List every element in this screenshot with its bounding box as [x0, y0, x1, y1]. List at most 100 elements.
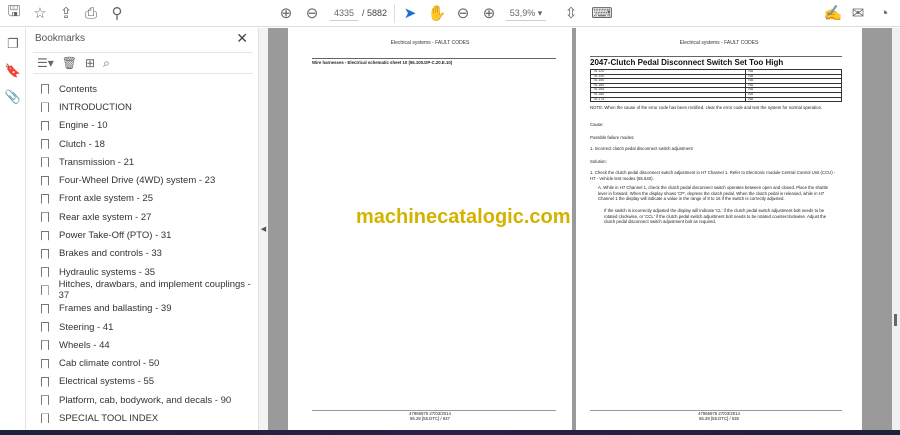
footer-page: 55.28 [55.DTC] / 638: [699, 416, 739, 421]
bookmark-item[interactable]: Hitches, drawbars, and implement couplin…: [41, 279, 251, 302]
bookmark-item[interactable]: Clutch - 18: [41, 135, 251, 153]
bookmark-label: Contents: [59, 83, 98, 95]
bookmark-item[interactable]: Transmission - 21: [41, 153, 251, 171]
divider: [312, 58, 556, 59]
bookmark-icon: [41, 230, 49, 241]
bookmark-item[interactable]: Steering - 41: [41, 318, 251, 336]
bookmark-label: SPECIAL TOOL INDEX: [59, 412, 159, 424]
bookmark-label: Transmission - 21: [59, 156, 135, 168]
add-bookmark-icon[interactable]: ⊞: [85, 56, 95, 70]
collapse-panel-handle[interactable]: ◀: [258, 28, 268, 430]
bookmark-item[interactable]: Brakes and controls - 33: [41, 245, 251, 263]
chevron-down-icon: ▾: [537, 8, 543, 18]
solution-substep-detail: If the switch is incorrectly adjusted th…: [604, 208, 827, 225]
bookmark-label: Hydraulic systems - 35: [59, 266, 156, 278]
bookmark-icon: [41, 102, 49, 113]
bookmark-icon: [41, 395, 49, 406]
bookmark-label: Four-Wheel Drive (4WD) system - 23: [59, 175, 216, 187]
bookmark-item[interactable]: Cab climate control - 50: [41, 354, 251, 372]
bookmark-icon: [41, 303, 49, 314]
pages-thumbnail-icon[interactable]: ❐: [4, 36, 22, 54]
prev-page-icon[interactable]: ⊕: [275, 3, 297, 23]
failure-modes-label: Possible failure modes:: [590, 135, 635, 140]
bookmark-item[interactable]: Rear axle system - 27: [41, 208, 251, 226]
table-cell: NA: [745, 96, 842, 103]
bookmark-icon: [41, 322, 49, 332]
bookmark-icon: [41, 175, 49, 186]
bookmark-item[interactable]: Platform, cab, bodywork, and decals - 90: [41, 391, 251, 409]
star-icon[interactable]: ☆: [29, 3, 51, 23]
zoom-out-icon[interactable]: ⊖: [452, 3, 474, 23]
sign-icon[interactable]: ✍: [822, 3, 844, 23]
page-number-input[interactable]: 4335: [330, 5, 358, 21]
bookmark-item[interactable]: Frames and ballasting - 39: [41, 300, 251, 318]
table-cell: T6.175: [589, 96, 747, 103]
zoom-level-select[interactable]: 53,9% ▾: [506, 5, 546, 21]
vertical-scrollbar[interactable]: [892, 28, 900, 430]
pdf-page-left: Electrical systems - FAULT CODES Wire ha…: [288, 28, 572, 430]
page-header: Electrical systems - FAULT CODES: [679, 40, 759, 46]
bookmark-icon: [41, 84, 49, 95]
bookmark-label: Front axle system - 25: [59, 193, 153, 205]
bookmark-item[interactable]: Contents: [41, 80, 251, 98]
bookmark-item[interactable]: Four-Wheel Drive (4WD) system - 23: [41, 171, 251, 189]
note: NOTE: When the cause of the error code h…: [590, 105, 823, 110]
bookmark-icon: [41, 120, 49, 131]
bookmark-label: Brakes and controls - 33: [59, 248, 162, 260]
bookmark-item[interactable]: Electrical systems - 55: [41, 373, 251, 391]
bookmark-item[interactable]: Engine - 10: [41, 117, 251, 135]
bookmark-label: Engine - 10: [59, 120, 108, 132]
bookmark-item[interactable]: Wheels - 44: [41, 336, 251, 354]
print-icon[interactable]: ⎙: [80, 3, 102, 23]
bookmark-label: Electrical systems - 55: [59, 376, 155, 388]
bookmark-label: Power Take-Off (PTO) - 31: [59, 230, 172, 242]
solution-substep: A. While in H7 Channel 1, check the clut…: [598, 185, 829, 202]
bookmark-icon: [41, 285, 49, 296]
find-bookmark-icon[interactable]: ⌕: [103, 56, 110, 71]
bookmark-label: Steering - 41: [59, 321, 114, 333]
bookmark-label: Frames and ballasting - 39: [59, 303, 172, 315]
fault-title: 2047-Clutch Pedal Disconnect Switch Set …: [590, 58, 784, 67]
solution-label: Solution:: [590, 159, 607, 164]
bookmark-tools: ☰▾ 🗑 ⊞ ⌕: [33, 52, 253, 74]
options-menu-icon[interactable]: ☰▾: [37, 56, 54, 70]
page-fit-icon[interactable]: ⇳: [560, 3, 582, 23]
bookmark-label: Platform, cab, bodywork, and decals - 90: [59, 394, 232, 406]
bookmark-label: Hitches, drawbars, and implement couplin…: [58, 279, 251, 302]
bookmark-item[interactable]: SPECIAL TOOL INDEX: [41, 409, 251, 427]
scroll-mode-icon[interactable]: ⌨: [591, 3, 613, 23]
mail-icon[interactable]: ✉: [847, 3, 869, 23]
bookmark-icon: [41, 340, 49, 351]
bookmark-item[interactable]: INTRODUCTION: [41, 98, 251, 116]
select-cursor-icon[interactable]: ➤: [399, 3, 421, 23]
bookmark-label: Rear axle system - 27: [59, 211, 152, 223]
scrollbar-thumb[interactable]: [894, 314, 897, 326]
zoom-value: 53,9%: [509, 8, 536, 18]
close-icon[interactable]: ✕: [236, 30, 248, 47]
divider: [394, 4, 395, 23]
bookmark-icon: [41, 157, 49, 168]
pdf-page-right: Electrical systems - FAULT CODES 2047-Cl…: [576, 28, 862, 430]
document-view: Electrical systems - FAULT CODES Wire ha…: [268, 28, 892, 430]
bookmark-panel-icon[interactable]: 🔖: [4, 63, 22, 81]
hand-tool-icon[interactable]: ✋: [426, 3, 448, 23]
bookmark-icon: [41, 413, 49, 424]
bookmark-label: Clutch - 18: [59, 138, 105, 150]
zoom-in-icon[interactable]: ⊕: [478, 3, 500, 23]
footer-page: 55.28 [55.DTC] / 637: [410, 416, 450, 421]
search-icon[interactable]: ⚲: [106, 3, 128, 23]
cloud-upload-icon[interactable]: ⇪: [55, 3, 77, 23]
attachment-icon[interactable]: 📎: [4, 89, 22, 107]
watermark: machinecatalogic.com: [356, 206, 571, 228]
next-page-icon[interactable]: ⊖: [301, 3, 323, 23]
bookmark-label: Cab climate control - 50: [59, 358, 160, 370]
bookmark-item[interactable]: Front axle system - 25: [41, 190, 251, 208]
save-icon[interactable]: 🖫: [3, 3, 25, 23]
account-icon[interactable]: ◔: [873, 3, 895, 23]
bookmark-item[interactable]: Power Take-Off (PTO) - 31: [41, 226, 251, 244]
solution-step: 1. Check the clutch pedal disconnect swi…: [590, 170, 836, 181]
bookmarks-panel: Bookmarks ✕ ☰▾ 🗑 ⊞ ⌕ Contents INTRODUCTIO…: [27, 28, 258, 430]
page-total: / 5882: [362, 8, 388, 18]
divider: [590, 56, 842, 57]
delete-icon[interactable]: 🗑: [62, 56, 77, 70]
